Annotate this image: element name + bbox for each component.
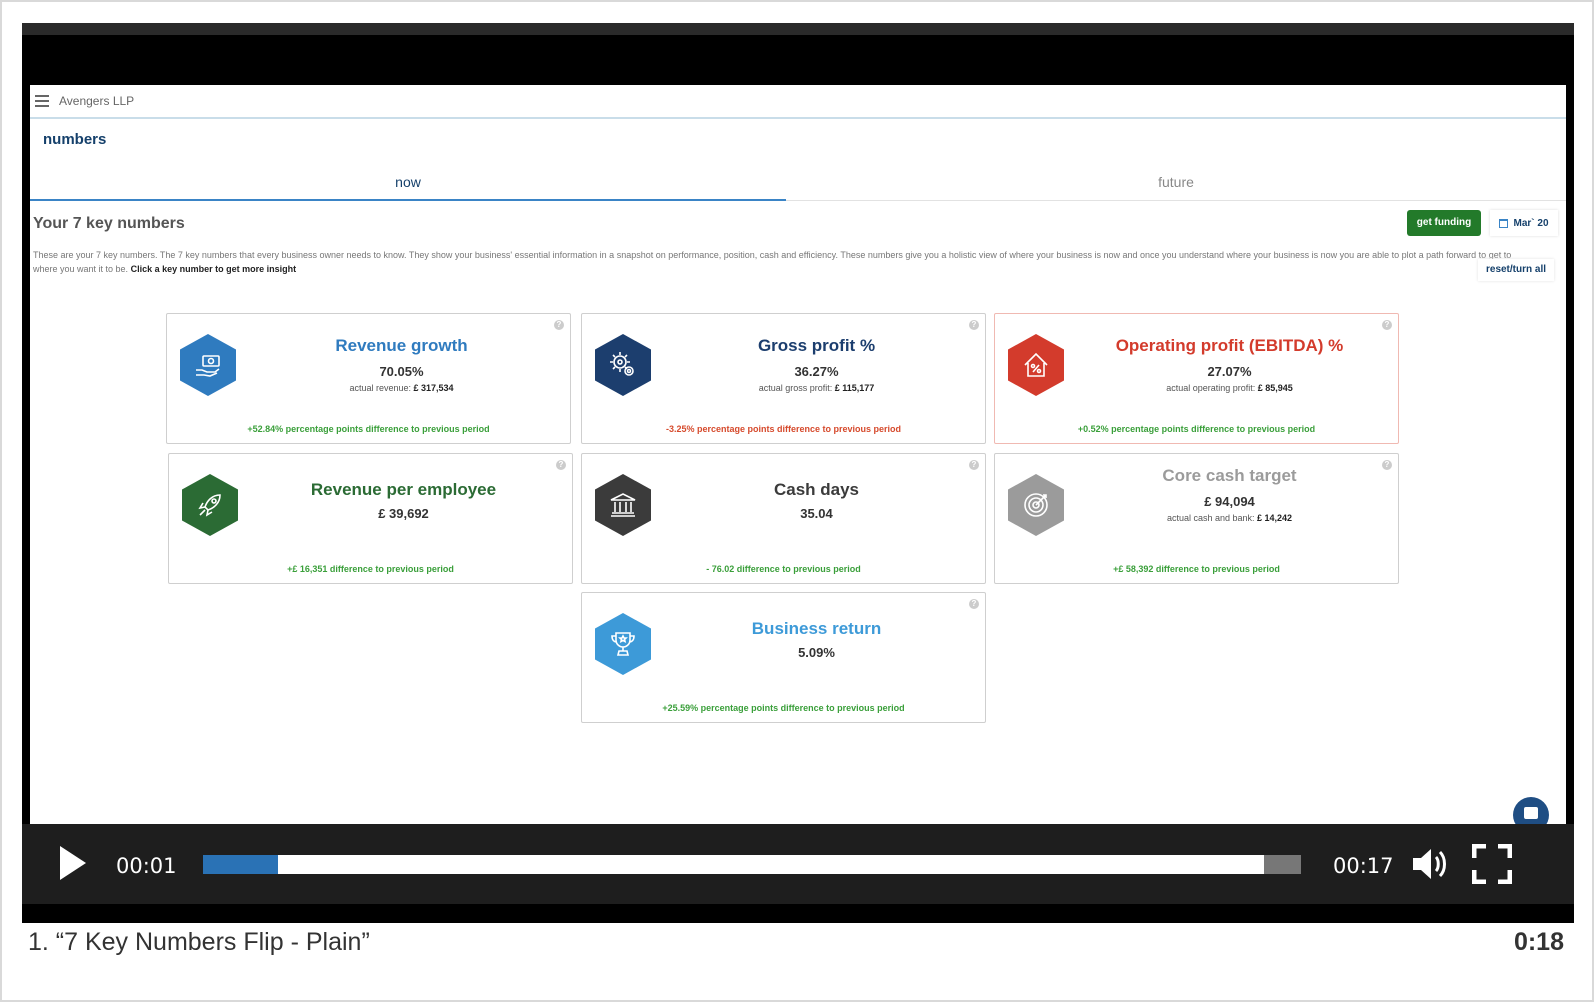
card-value: 27.07% <box>1207 364 1252 379</box>
card-difference: +0.52% percentage points difference to p… <box>1077 424 1316 434</box>
player-controls: 00:01 00:17 <box>22 824 1574 904</box>
card-sub-value: £ 115,177 <box>834 383 875 393</box>
get-funding-button[interactable]: get funding <box>1407 210 1481 236</box>
card-sub-value: £ 317,534 <box>413 383 454 393</box>
date-picker-button[interactable]: Mar` 20 <box>1490 210 1558 236</box>
card-value: 35.04 <box>800 506 833 521</box>
help-icon[interactable]: ? <box>556 460 566 470</box>
intro-text: These are your 7 key numbers. The 7 key … <box>33 248 1533 276</box>
app-bar: Avengers LLP <box>30 85 1566 119</box>
card-title: Core cash target <box>1162 466 1297 485</box>
card-subtext: actual gross profit: £ 115,177 <box>648 383 985 393</box>
reset-turn-all-button[interactable]: reset/turn all <box>1478 259 1554 281</box>
duration-time: 00:17 <box>1333 854 1394 878</box>
card-sub-label: actual operating profit: <box>1166 383 1256 393</box>
player-top-bar <box>22 23 1574 35</box>
card-sub-label: actual revenue: <box>349 383 411 393</box>
card-difference: +£ 16,351 difference to previous period <box>287 564 454 574</box>
seek-bar-buffer <box>1264 855 1301 874</box>
seek-bar[interactable] <box>203 855 1301 874</box>
tab-future[interactable]: future <box>786 167 1566 201</box>
card-title: Business return <box>751 619 882 638</box>
card-subtext: actual cash and bank: £ 14,242 <box>1061 513 1398 523</box>
card-title: Operating profit (EBITDA) % <box>1115 336 1344 355</box>
current-time: 00:01 <box>116 854 177 878</box>
rocket-icon <box>182 474 238 536</box>
card-subtext: actual revenue: £ 317,534 <box>233 383 570 393</box>
help-icon[interactable]: ? <box>1382 320 1392 330</box>
help-icon[interactable]: ? <box>969 599 979 609</box>
card-title: Cash days <box>773 480 860 499</box>
help-icon[interactable]: ? <box>969 460 979 470</box>
section-heading: Your 7 key numbers <box>33 215 185 232</box>
card-sub-value: £ 85,945 <box>1257 383 1293 393</box>
video-player[interactable]: Avengers LLP numbers now future Your 7 k… <box>22 23 1574 923</box>
video-caption: 1. “7 Key Numbers Flip - Plain” <box>28 928 370 956</box>
card-title: Gross profit % <box>757 336 876 355</box>
card-value: 36.27% <box>794 364 839 379</box>
key-number-card[interactable]: ? Cash days 35.04 - 76.02 difference to pre… <box>581 453 986 584</box>
intro-cta: Click a key number to get more insight <box>130 264 297 274</box>
date-label: Mar` 20 <box>1513 217 1549 229</box>
card-difference: +25.59% percentage points difference to … <box>662 703 905 713</box>
menu-icon[interactable] <box>35 95 49 107</box>
card-subtext: actual operating profit: £ 85,945 <box>1061 383 1398 393</box>
fullscreen-icon[interactable] <box>1471 843 1513 885</box>
seek-bar-progress <box>203 855 278 874</box>
card-difference: - 76.02 difference to previous period <box>706 564 861 574</box>
money-hand-icon <box>180 334 236 396</box>
video-length: 0:18 <box>1513 928 1564 956</box>
card-sub-label: actual cash and bank: <box>1166 513 1255 523</box>
bank-icon <box>595 474 651 536</box>
help-icon[interactable]: ? <box>969 320 979 330</box>
key-number-card[interactable]: ? Business return 5.09% +25.59% percentage … <box>581 592 986 723</box>
help-icon[interactable]: ? <box>554 320 564 330</box>
video-frame[interactable]: Avengers LLP numbers now future Your 7 k… <box>30 85 1566 845</box>
card-sub-value: £ 14,242 <box>1257 513 1293 523</box>
key-number-card[interactable]: ? Revenue growth 70.05% actual revenue: £ 3… <box>166 313 571 444</box>
key-number-card[interactable]: ? Revenue per employee £ 39,692 +£ 16,351 d… <box>168 453 573 584</box>
calendar-icon <box>1499 218 1509 228</box>
key-number-card[interactable]: ? Operating profit (EBITDA) % 27.07% actual… <box>994 313 1399 444</box>
card-difference: +£ 58,392 difference to previous period <box>1113 564 1280 574</box>
card-value: 70.05% <box>379 364 424 379</box>
card-value: £ 94,094 <box>1204 494 1255 509</box>
card-value: £ 39,692 <box>378 506 429 521</box>
trophy-icon <box>595 613 651 675</box>
tab-bar: now future <box>30 167 1566 201</box>
page-title: numbers <box>43 131 107 148</box>
card-difference: +52.84% percentage points difference to … <box>247 424 490 434</box>
video-embed: Avengers LLP numbers now future Your 7 k… <box>0 0 1594 1002</box>
volume-icon[interactable] <box>1411 846 1451 882</box>
key-number-card[interactable]: ? Gross profit % 36.27% actual gross profit… <box>581 313 986 444</box>
key-number-card[interactable]: ? Core cash target £ 94,094 actual cash and… <box>994 453 1399 584</box>
target-icon <box>1008 474 1064 536</box>
card-title: Revenue growth <box>335 336 468 355</box>
tab-now[interactable]: now <box>30 167 786 201</box>
house-percent-icon <box>1008 334 1064 396</box>
play-icon[interactable] <box>60 846 86 880</box>
company-name: Avengers LLP <box>59 94 135 108</box>
card-sub-label: actual gross profit: <box>758 383 833 393</box>
card-difference: -3.25% percentage points difference to p… <box>665 424 902 434</box>
gears-icon <box>595 334 651 396</box>
chat-icon <box>1524 807 1538 819</box>
card-title: Revenue per employee <box>310 480 497 499</box>
card-value: 5.09% <box>798 645 835 660</box>
